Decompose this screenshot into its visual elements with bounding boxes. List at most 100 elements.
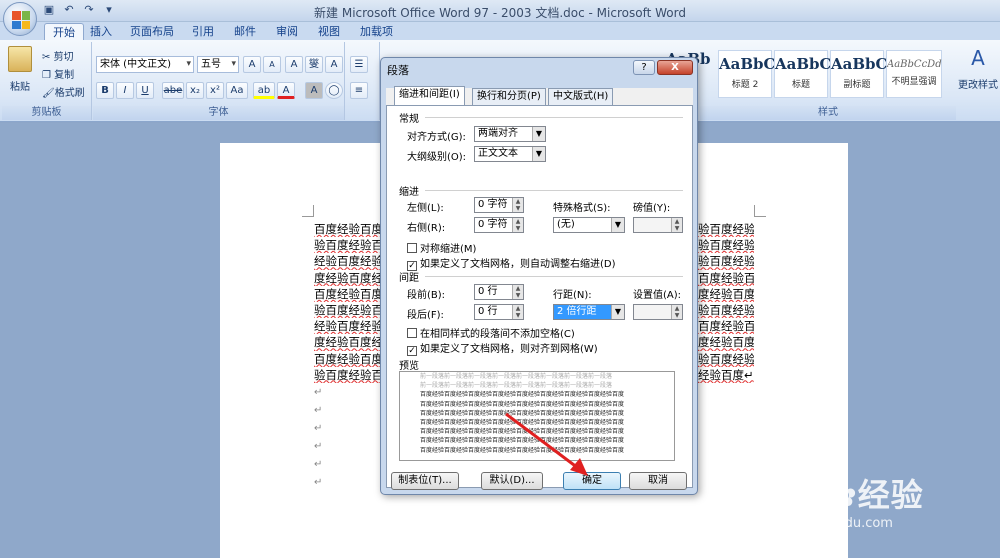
preview-previous-paragraph: 前一段落前一段落前一段落前一段落前一段落前一段落前一段落前一段落 [420,373,613,380]
alignment-label: 对齐方式(G): [407,132,466,143]
indent-by-label: 磅值(Y): [633,203,671,214]
clipboard-group: 粘贴 ✂ 剪切 ❐ 复制 🖌格式刷 剪贴板 [2,42,92,120]
font-name-combo[interactable]: 宋体 (中文正文) [96,56,194,73]
change-styles-icon[interactable]: A [960,46,996,70]
char-border-button[interactable]: A [325,56,343,73]
line-spacing-at-label: 设置值(A): [633,290,682,301]
tab-page-layout[interactable]: 页面布局 [122,23,182,40]
close-button[interactable]: X [657,60,693,75]
font-size-combo[interactable]: 五号 [197,56,239,73]
tab-indent-spacing[interactable]: 缩进和间距(I) [394,86,465,105]
left-indent-input[interactable]: 0 字符 ▲ ▼ [474,197,524,213]
font-color-button[interactable]: A [277,82,295,99]
dropdown-arrow-icon: ▼ [611,218,624,232]
bold-button[interactable]: B [96,82,114,99]
snap-to-grid-checkbox[interactable]: ✓ 如果定义了文档网格，则对齐到网格(W) [407,340,598,356]
outline-level-select[interactable]: 正文文本 ▼ [474,146,546,162]
highlight-button[interactable]: ab [253,82,275,99]
tab-line-page-breaks[interactable]: 换行和分页(P) [472,88,546,105]
no-space-same-style-checkbox[interactable]: 在相同样式的段落间不添加空格(C) [407,325,575,340]
ok-button[interactable]: 确定 [563,472,621,490]
left-indent-label: 左侧(L): [407,203,444,214]
change-case-button[interactable]: Aa [226,82,248,99]
paw-icon: ✿ [829,476,858,514]
spinner-icon[interactable]: ▲ ▼ [512,218,523,232]
clear-format-button[interactable]: A [285,56,303,73]
general-section-title: 常规 [399,114,419,125]
preview-current-paragraph: 百度经验百度经验百度经验百度经验百度经验百度经验百度经验百度经验百度 [420,391,625,399]
cancel-button[interactable]: 取消 [629,472,687,490]
phonetic-guide-button[interactable]: 燮 [305,56,323,73]
preview-previous-paragraph: 前一段落前一段落前一段落前一段落前一段落前一段落前一段落前一段落 [420,382,613,390]
superscript-button[interactable]: x² [206,82,224,99]
font-group-label: 字体 [93,106,344,120]
style-subtle-emphasis[interactable]: AaBbCcDd 不明显强调 [886,50,942,98]
cut-button[interactable]: ✂ 剪切 [42,48,74,63]
paragraph-dialog: 段落 ? X 缩进和间距(I) 换行和分页(P) 中文版式(H) 常规 对齐方式… [380,57,698,495]
indent-by-input[interactable]: ▲ ▼ [633,217,683,233]
clipboard-group-label: 剪贴板 [2,106,91,120]
space-after-input[interactable]: 0 行 ▲ ▼ [474,304,524,320]
baidu-watermark-logo: Bai✿经验 [770,476,924,514]
line-spacing-at-input[interactable]: ▲ ▼ [633,304,683,320]
default-button[interactable]: 默认(D)... [481,472,543,490]
tab-asian-typography[interactable]: 中文版式(H) [548,88,614,105]
copy-button[interactable]: ❐ 复制 [42,66,74,81]
dropdown-arrow-icon: ▼ [532,127,545,141]
italic-button[interactable]: I [116,82,134,99]
dialog-body: 缩进和间距(I) 换行和分页(P) 中文版式(H) 常规 对齐方式(G): 两端… [386,86,693,488]
mirror-indent-checkbox[interactable]: 对称缩进(M) [407,240,476,255]
paragraph-mark: ↵ [314,477,323,488]
char-shading-button[interactable]: A [305,82,323,99]
spinner-icon[interactable]: ▲ ▼ [512,198,523,212]
space-before-label: 段前(B): [407,290,446,301]
space-before-input[interactable]: 0 行 ▲ ▼ [474,284,524,300]
help-button[interactable]: ? [633,60,655,75]
style-subtitle[interactable]: AaBbC 副标题 [830,50,887,98]
indent-section-title: 缩进 [399,187,419,198]
tab-review[interactable]: 审阅 [268,23,306,40]
underline-button[interactable]: U [136,82,154,99]
change-styles-button[interactable]: 更改样式 [958,76,998,91]
checkmark-icon: ✓ [407,346,417,356]
preview-box: 前一段落前一段落前一段落前一段落前一段落前一段落前一段落前一段落 前一段落前一段… [399,371,675,461]
auto-adjust-indent-checkbox[interactable]: ✓ 如果定义了文档网格，则自动调整右缩进(D) [407,255,616,271]
paste-icon[interactable] [8,46,32,72]
paste-button[interactable]: 粘贴 [10,78,30,93]
preview-section-title: 预览 [399,361,419,372]
tab-view[interactable]: 视图 [310,23,348,40]
dialog-title: 段落 [387,64,409,77]
tab-references[interactable]: 引用 [184,23,222,40]
special-format-select[interactable]: (无) ▼ [553,217,625,233]
preview-current-paragraph: 百度经验百度经验百度经验百度经验百度经验百度经验百度经验百度经验百度 [420,418,625,426]
spinner-icon[interactable]: ▲ ▼ [671,305,682,319]
spinner-icon[interactable]: ▲ ▼ [512,285,523,299]
spinner-icon[interactable]: ▲ ▼ [512,305,523,319]
paragraph-mark: ↵ [314,405,323,416]
spinner-icon[interactable]: ▲ ▼ [671,218,682,232]
shrink-font-button[interactable]: A [263,56,281,73]
dropdown-arrow-icon: ▼ [532,147,545,161]
office-button[interactable] [3,2,37,36]
alignment-select[interactable]: 两端对齐 ▼ [474,126,546,142]
enclose-char-icon[interactable]: ◯ [325,82,343,99]
format-painter-button[interactable]: 🖌格式刷 [42,84,85,99]
line-spacing-select[interactable]: 2 倍行距 ▼ [553,304,625,320]
tab-addins[interactable]: 加载项 [352,23,401,40]
subscript-button[interactable]: x₂ [186,82,204,99]
grow-font-button[interactable]: A [243,56,261,73]
tab-home[interactable]: 开始 [44,23,84,40]
tabs-button[interactable]: 制表位(T)... [391,472,459,490]
style-title[interactable]: AaBbC 标题 [774,50,831,98]
right-indent-label: 右侧(R): [407,223,446,234]
align-left-icon[interactable]: ≡ [350,82,368,99]
style-heading2[interactable]: AaBbC 标题 2 [718,50,775,98]
tab-insert[interactable]: 插入 [82,23,120,40]
title-bar: ▣ ↶ ↷ ▾ 新建 Microsoft Office Word 97 - 20… [0,0,1000,22]
tab-mailings[interactable]: 邮件 [226,23,264,40]
right-indent-input[interactable]: 0 字符 ▲ ▼ [474,217,524,233]
preview-current-paragraph: 百度经验百度经验百度经验百度经验百度经验百度经验百度经验百度经验百度 [420,428,625,436]
line-spacing-label: 行距(N): [553,290,592,301]
bullets-icon[interactable]: ☰ [350,56,368,73]
strikethrough-button[interactable]: abe [162,82,184,99]
